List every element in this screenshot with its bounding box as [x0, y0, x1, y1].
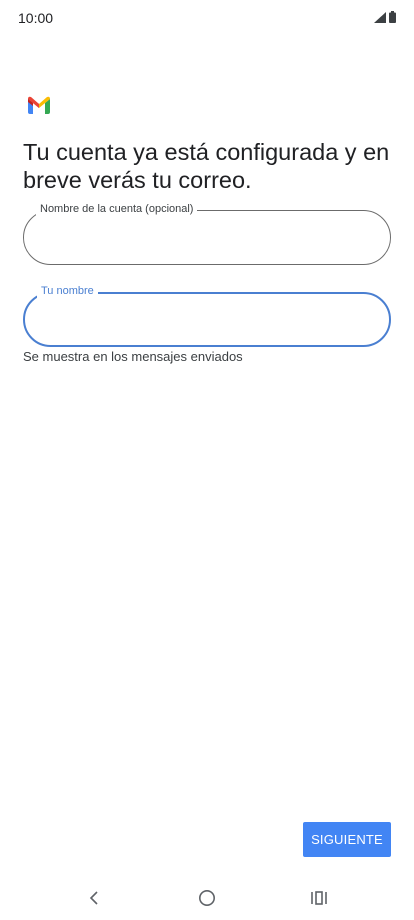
gmail-logo-icon — [28, 96, 50, 114]
navigation-bar — [0, 876, 414, 920]
your-name-input[interactable] — [43, 308, 371, 332]
back-button[interactable] — [78, 884, 110, 912]
home-button[interactable] — [191, 884, 223, 912]
your-name-label: Tu nombre — [37, 284, 98, 298]
account-name-label: Nombre de la cuenta (opcional) — [36, 202, 198, 216]
battery-icon — [389, 11, 396, 23]
status-bar: 10:00 — [0, 0, 414, 36]
status-icons — [374, 11, 396, 23]
recents-button[interactable] — [303, 884, 335, 912]
your-name-field[interactable]: Tu nombre — [23, 284, 391, 347]
page-title: Tu cuenta ya está configurada y en breve… — [23, 139, 390, 193]
your-name-helper-text: Se muestra en los mensajes enviados — [23, 349, 243, 364]
home-icon — [199, 890, 215, 906]
account-name-field[interactable]: Nombre de la cuenta (opcional) — [23, 202, 391, 265]
status-time: 10:00 — [18, 10, 54, 26]
back-icon — [89, 891, 98, 905]
account-name-input[interactable] — [42, 225, 372, 249]
signal-icon — [374, 11, 386, 23]
next-button[interactable]: SIGUIENTE — [303, 822, 391, 857]
recents-icon — [311, 891, 327, 905]
